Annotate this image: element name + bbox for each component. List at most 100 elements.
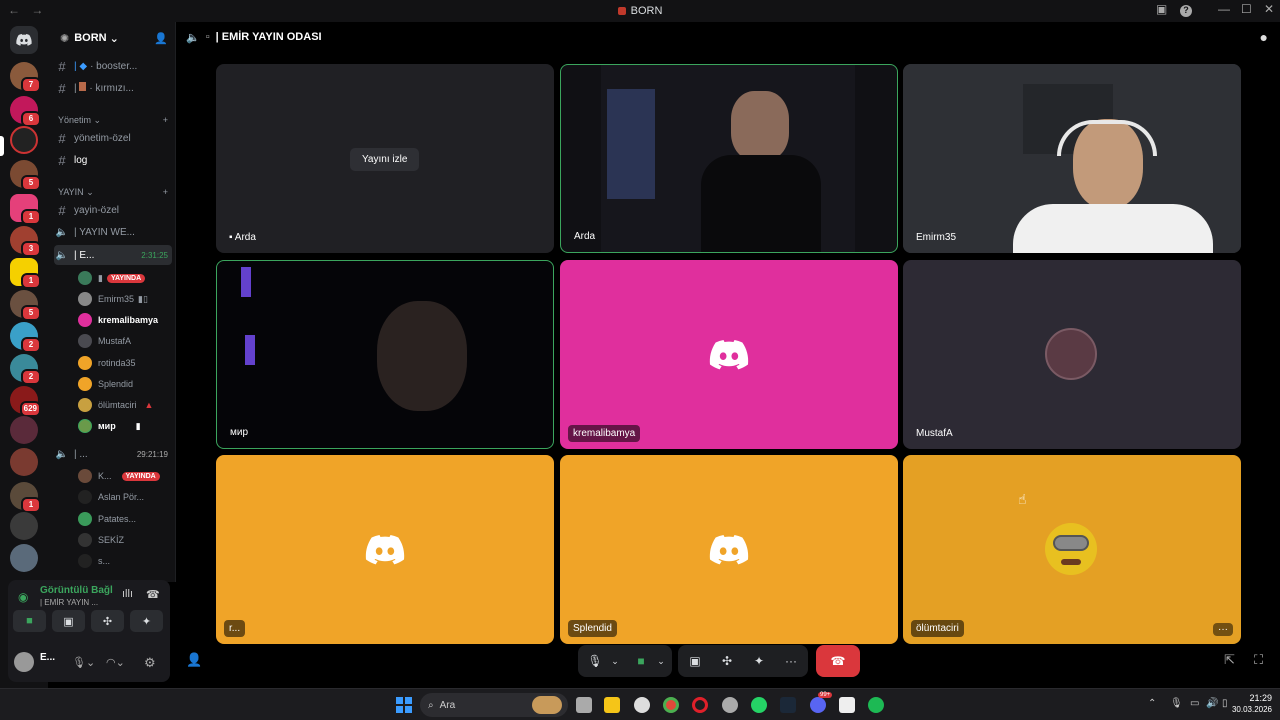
soundboard-icon[interactable]: ✦: [748, 651, 770, 671]
voice-user[interactable]: MustafA: [78, 331, 170, 351]
voice-channel-active[interactable]: 🔈 | E... 2:31:25: [54, 245, 172, 265]
app-icon[interactable]: [722, 697, 738, 713]
voice-user[interactable]: s...: [78, 551, 170, 571]
server-icon[interactable]: 6: [10, 96, 41, 127]
voice-user[interactable]: мир ▮: [78, 416, 170, 436]
channel-item[interactable]: # yönetim-özel: [54, 128, 172, 148]
server-header[interactable]: ✺ BORN ⌄ 👤: [48, 22, 176, 54]
video-tile[interactable]: kremalibamya: [560, 260, 898, 449]
video-tile[interactable]: MustafA: [903, 260, 1241, 449]
server-icon[interactable]: 5: [10, 160, 41, 191]
video-tile[interactable]: r...: [216, 455, 554, 644]
category-yonetim[interactable]: Yönetim ⌄ +: [58, 115, 168, 126]
voice-channel-item[interactable]: 🔈 | YAYIN WE...: [54, 222, 172, 242]
server-icon[interactable]: 629: [10, 386, 41, 417]
inbox-icon[interactable]: ▣: [1156, 2, 1167, 16]
settings-gear-icon[interactable]: ⚙: [144, 655, 156, 671]
noise-suppression-icon[interactable]: ıllı: [122, 588, 133, 600]
server-icon[interactable]: [10, 416, 38, 444]
whatsapp-icon[interactable]: [751, 697, 767, 713]
voice-channel-name[interactable]: | EMİR YAYIN ...: [40, 598, 98, 607]
video-tile[interactable]: Splendid: [560, 455, 898, 644]
disconnect-icon[interactable]: ☎: [146, 588, 160, 601]
steam-app-icon[interactable]: [780, 697, 796, 713]
voice-user[interactable]: kremalibamya: [78, 310, 170, 330]
microphone-icon[interactable]: 🎙⌄: [72, 656, 95, 669]
volume-icon[interactable]: 🔊: [1206, 698, 1218, 709]
video-tile-speaking[interactable]: Arda: [560, 64, 898, 253]
network-icon[interactable]: ▭: [1190, 698, 1199, 709]
fullscreen-icon[interactable]: ⛶: [1254, 652, 1263, 668]
server-icon[interactable]: 1: [10, 258, 41, 289]
channel-item[interactable]: # | · kırmızı...: [54, 78, 172, 98]
taskbar-search[interactable]: ⌕ Ara: [420, 693, 568, 717]
spotify-icon[interactable]: [868, 697, 884, 713]
voice-user[interactable]: Splendid: [78, 374, 170, 394]
add-member-icon[interactable]: 👤: [154, 32, 168, 45]
headphones-icon[interactable]: ◠⌄: [106, 656, 125, 669]
chrome-icon[interactable]: [663, 697, 679, 713]
server-icon[interactable]: 7: [10, 62, 41, 93]
video-tile[interactable]: Emirm35: [903, 64, 1241, 253]
opera-icon[interactable]: [692, 697, 708, 713]
voice-user[interactable]: K... YAYINDA: [78, 466, 170, 486]
camera-options-chevron[interactable]: ⌄: [650, 651, 672, 671]
maximize-button[interactable]: ☐: [1241, 2, 1252, 16]
channel-item[interactable]: # yayin-özel: [54, 200, 172, 220]
mic-tray-icon[interactable]: 🎙: [1170, 698, 1183, 709]
activities-button[interactable]: ✣: [91, 610, 124, 632]
clock-time[interactable]: 21:29: [1238, 693, 1272, 703]
channel-item-log[interactable]: # log: [54, 150, 172, 170]
voice-user[interactable]: Aslan Pör...: [78, 487, 170, 507]
activities-icon[interactable]: ✣: [716, 651, 738, 671]
chat-icon[interactable]: ●: [1260, 29, 1268, 45]
discord-taskbar-icon[interactable]: 99+: [810, 692, 833, 713]
popout-icon[interactable]: ⇱: [1224, 652, 1235, 668]
voice-channel-item[interactable]: 🔈 | ... 29:21:19: [54, 444, 172, 464]
camera-toggle-button[interactable]: ■: [630, 651, 652, 671]
steam-icon[interactable]: [634, 697, 650, 713]
help-icon[interactable]: ?: [1180, 5, 1192, 17]
screen-share-icon[interactable]: ▣: [684, 651, 706, 671]
video-tile-speaking[interactable]: мир: [216, 260, 554, 449]
soundboard-button[interactable]: ✦: [130, 610, 163, 632]
category-yayin[interactable]: YAYIN ⌄ +: [58, 187, 168, 198]
voice-user[interactable]: ▮ YAYINDA: [78, 268, 170, 288]
voice-user[interactable]: Patates...: [78, 509, 170, 529]
server-icon[interactable]: [10, 512, 38, 540]
voice-user[interactable]: ölümtaciri ▲: [78, 395, 170, 415]
leave-call-button[interactable]: ☎: [816, 645, 860, 677]
voice-user[interactable]: SEKİZ: [78, 530, 170, 550]
channel-item[interactable]: # | ◆ · booster...: [54, 56, 172, 76]
server-icon[interactable]: 2: [10, 322, 41, 353]
watch-stream-button[interactable]: Yayını izle: [350, 148, 420, 171]
user-avatar[interactable]: [14, 652, 34, 672]
screen-share-button[interactable]: ▣: [52, 610, 85, 632]
minimize-button[interactable]: —: [1218, 2, 1230, 16]
server-icon-born[interactable]: [10, 126, 38, 154]
server-icon[interactable]: 5: [10, 290, 41, 321]
server-icon[interactable]: 1: [10, 194, 41, 225]
discord-home-icon[interactable]: [10, 26, 38, 54]
server-icon[interactable]: 1: [10, 482, 41, 513]
microphone-button[interactable]: 🎙: [584, 651, 606, 671]
video-tile[interactable]: ölümtaciri ···: [903, 455, 1241, 644]
file-explorer-icon[interactable]: [604, 697, 620, 713]
app-icon[interactable]: [839, 697, 855, 713]
invite-icon[interactable]: 👤: [186, 652, 202, 668]
windows-start-icon[interactable]: [396, 697, 412, 713]
server-icon[interactable]: 2: [10, 354, 41, 385]
mic-options-chevron[interactable]: ⌄: [604, 651, 626, 671]
voice-user[interactable]: Emirm35 ▮▯: [78, 289, 170, 309]
voice-user[interactable]: rotinda35: [78, 353, 170, 373]
server-icon[interactable]: [10, 448, 38, 476]
tray-chevron-icon[interactable]: ⌃: [1148, 698, 1156, 709]
more-options-button[interactable]: ···: [1213, 623, 1233, 636]
task-view-icon[interactable]: [576, 697, 592, 713]
close-button[interactable]: ✕: [1264, 2, 1274, 16]
video-tile[interactable]: Yayını izle ▪ Arda: [216, 64, 554, 253]
more-icon[interactable]: ···: [780, 651, 802, 671]
server-icon[interactable]: 3: [10, 226, 41, 257]
clock-date[interactable]: 30.03.2026: [1222, 705, 1272, 714]
server-icon[interactable]: [10, 544, 38, 572]
